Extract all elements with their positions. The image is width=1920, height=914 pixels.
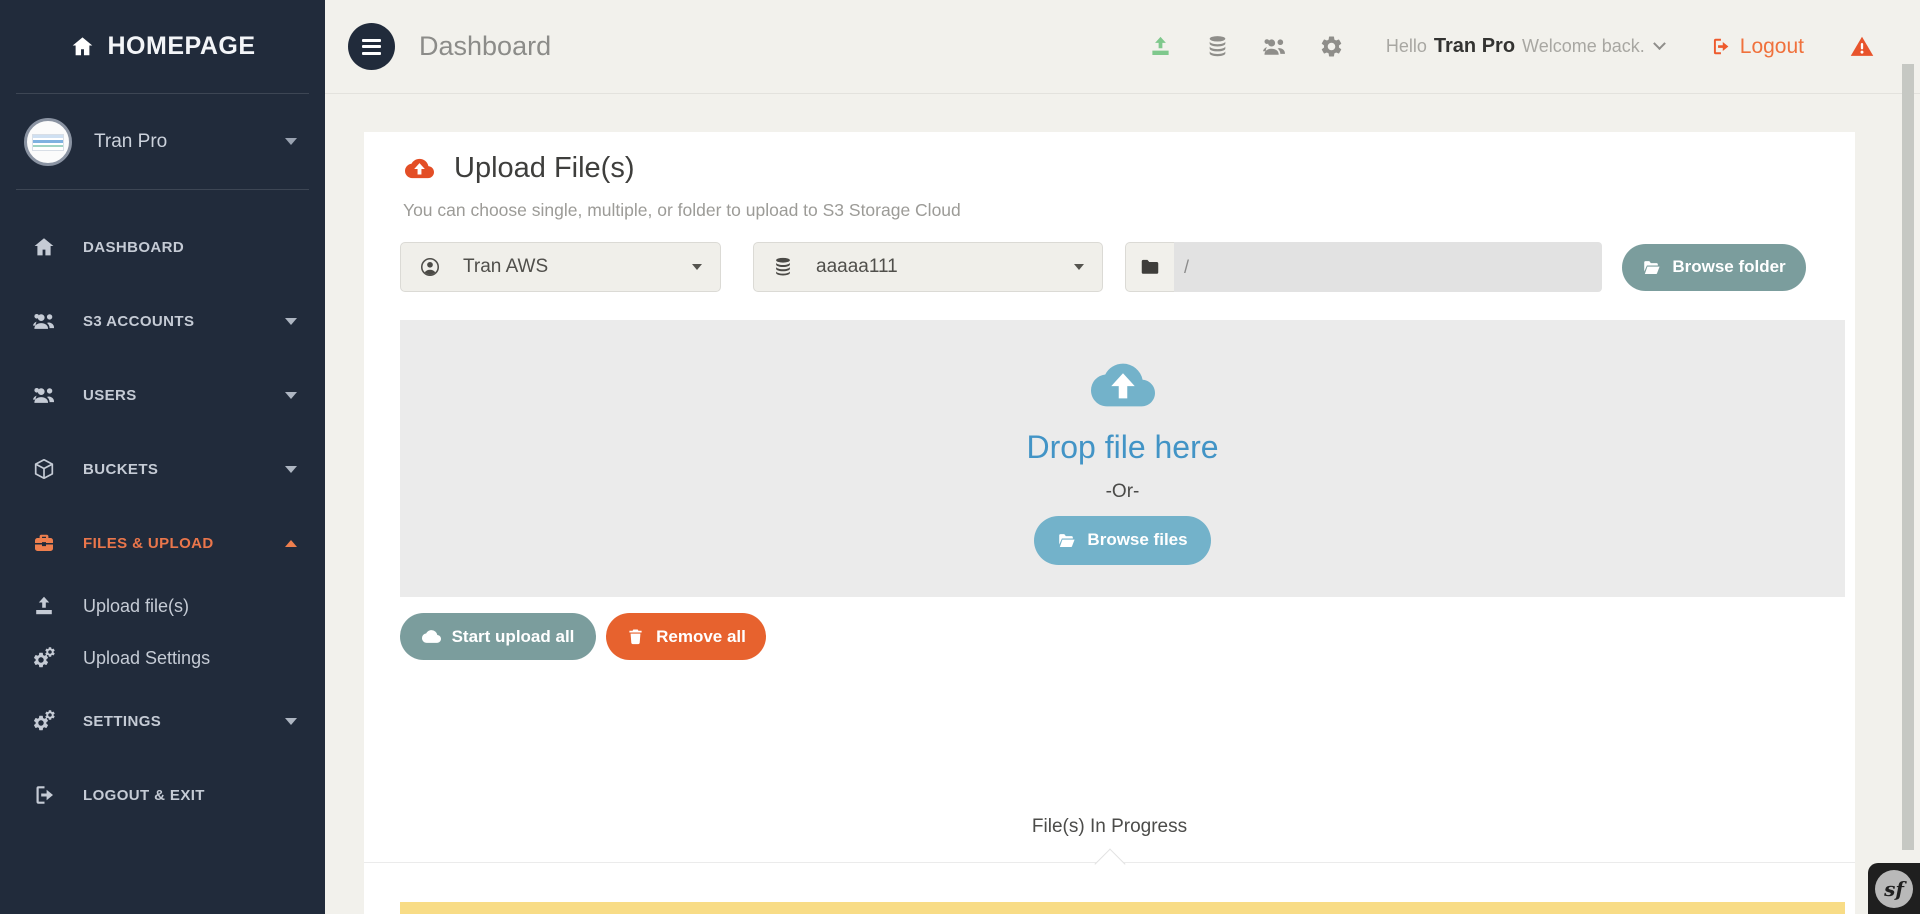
scrollbar[interactable] — [1902, 64, 1914, 850]
home-icon — [70, 34, 95, 59]
cogs-icon — [30, 709, 57, 733]
person-icon — [419, 256, 441, 278]
chevron-down-icon — [285, 717, 297, 725]
logout-link[interactable]: Logout — [1710, 35, 1804, 59]
sidebar: HOMEPAGE Tran Pro DASHBOARD S3 ACCOUNTS … — [0, 0, 325, 914]
sidebar-item-buckets[interactable]: BUCKETS — [0, 432, 325, 506]
folder-path-input[interactable] — [1174, 242, 1602, 292]
select-arrow-icon — [1074, 264, 1084, 270]
browse-files-button[interactable]: Browse files — [1034, 515, 1211, 565]
sidebar-item-logout-exit[interactable]: LOGOUT & EXIT — [0, 758, 325, 832]
folder-path-group — [1125, 242, 1602, 292]
bucket-select[interactable]: aaaaa111 — [753, 242, 1103, 292]
upload-icon[interactable] — [1148, 34, 1173, 59]
greeting-message: Welcome back. — [1522, 36, 1645, 56]
chevron-down-icon — [285, 317, 297, 325]
progress-highlight-bar — [400, 902, 1845, 914]
card-header: Upload File(s) — [401, 152, 635, 185]
cloud-upload-icon — [1081, 353, 1165, 417]
file-drop-zone[interactable]: Drop file here -Or- Browse files — [400, 320, 1845, 597]
sidebar-toggle-button[interactable] — [348, 23, 395, 70]
sidebar-item-settings[interactable]: SETTINGS — [0, 684, 325, 758]
chevron-down-icon — [285, 391, 297, 399]
sidebar-item-dashboard[interactable]: DASHBOARD — [0, 210, 325, 284]
folder-open-icon — [1642, 258, 1661, 277]
files-in-progress-heading: File(s) In Progress — [1031, 816, 1188, 837]
cogs-icon — [30, 646, 57, 670]
chevron-down-icon — [285, 138, 297, 145]
sidebar-item-s3-accounts[interactable]: S3 ACCOUNTS — [0, 284, 325, 358]
browse-folder-button[interactable]: Browse folder — [1622, 243, 1806, 291]
database-icon[interactable] — [1205, 34, 1230, 59]
profile-menu[interactable]: Tran Pro — [0, 94, 325, 189]
sidebar-item-users[interactable]: USERS — [0, 358, 325, 432]
brand[interactable]: HOMEPAGE — [0, 0, 325, 93]
briefcase-icon — [30, 531, 57, 555]
topbar: Dashboard Hello Tran Pro Welcome back. L… — [325, 0, 1920, 94]
start-upload-all-button[interactable]: Start upload all — [400, 613, 596, 660]
remove-all-button[interactable]: Remove all — [606, 613, 766, 660]
folder-icon — [1125, 242, 1174, 292]
brand-label: HOMEPAGE — [107, 32, 256, 60]
select-arrow-icon — [692, 264, 702, 270]
chevron-down-icon — [1652, 37, 1666, 51]
page-title: Dashboard — [419, 31, 552, 61]
database-icon — [772, 256, 794, 278]
avatar-image — [32, 133, 64, 151]
chevron-up-icon — [285, 539, 297, 547]
chevron-down-icon — [285, 465, 297, 473]
upload-controls: Tran AWS aaaaa111 Browse folder — [400, 242, 1806, 292]
greeting-hello: Hello — [1385, 36, 1427, 56]
upload-icon — [30, 594, 57, 618]
account-select-value: Tran AWS — [463, 256, 549, 277]
user-greeting-dropdown[interactable]: Hello Tran Pro Welcome back. — [1385, 35, 1666, 58]
profiler-badge[interactable]: sf — [1868, 863, 1920, 914]
upload-card: Upload File(s) You can choose single, mu… — [364, 132, 1855, 914]
gear-icon[interactable] — [1319, 34, 1344, 59]
cloud-upload-icon — [422, 627, 441, 646]
folder-open-icon — [1057, 531, 1076, 550]
divider-notch — [1093, 848, 1126, 880]
warning-icon[interactable] — [1848, 34, 1876, 59]
sf-logo: sf — [1875, 869, 1913, 908]
profile-name: Tran Pro — [94, 130, 168, 152]
home-icon — [30, 235, 57, 259]
trash-icon — [626, 627, 645, 646]
sign-out-icon — [30, 783, 57, 807]
sidebar-item-upload-files[interactable]: Upload file(s) — [0, 580, 325, 632]
users-icon[interactable] — [1262, 34, 1287, 59]
sidebar-item-files-upload[interactable]: FILES & UPLOAD — [0, 506, 325, 580]
sign-out-icon — [1710, 36, 1731, 57]
dropzone-title: Drop file here — [1026, 428, 1219, 465]
upload-actions: Start upload all Remove all — [400, 613, 766, 660]
logout-label: Logout — [1739, 34, 1804, 58]
users-icon — [30, 309, 57, 333]
topbar-shortcut-icons — [1148, 34, 1344, 59]
dropzone-separator: -Or- — [1105, 480, 1140, 502]
account-select[interactable]: Tran AWS — [400, 242, 721, 292]
card-title: Upload File(s) — [454, 152, 635, 184]
avatar — [24, 117, 72, 166]
bucket-select-value: aaaaa111 — [816, 256, 898, 277]
cube-icon — [30, 457, 57, 481]
cloud-upload-icon — [401, 154, 438, 183]
sidebar-menu: DASHBOARD S3 ACCOUNTS USERS BUCKETS FILE… — [0, 190, 325, 832]
sidebar-item-upload-settings[interactable]: Upload Settings — [0, 632, 325, 684]
greeting-username: Tran Pro — [1433, 35, 1516, 57]
users-icon — [30, 383, 57, 407]
card-subtitle: You can choose single, multiple, or fold… — [403, 200, 961, 220]
